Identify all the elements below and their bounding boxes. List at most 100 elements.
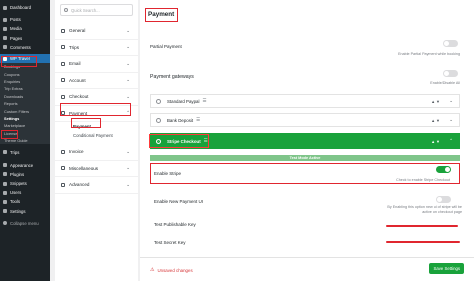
nav-group-advanced[interactable]: Advanced ⌄ <box>55 177 138 194</box>
wp-menu-plugins[interactable]: Plugins <box>0 170 50 179</box>
enable-disable-all-label: Enable/Disable All <box>430 81 460 85</box>
collapse-icon <box>3 221 7 226</box>
document-icon[interactable]: ☰ <box>196 117 200 123</box>
dashboard-icon <box>3 5 7 10</box>
chevron-down-icon[interactable]: ⌄ <box>449 117 453 123</box>
save-settings-button[interactable]: Save Settings <box>429 263 464 274</box>
wp-submenu-coupons[interactable]: Coupons <box>0 71 50 78</box>
wp-menu-snippets[interactable]: Snippets <box>0 179 50 188</box>
chevron-down-icon[interactable]: ⌄ <box>449 98 453 104</box>
gateway-radio[interactable] <box>156 117 161 123</box>
wp-submenu-trip-extras[interactable]: Trip Extras <box>0 85 50 92</box>
enable-stripe-hint: Check to enable Stripe Checkout <box>396 178 450 182</box>
chevron-up-icon[interactable]: ⌃ <box>449 138 453 144</box>
test-mode-banner: Test Mode Active <box>150 155 460 161</box>
gear-icon <box>61 28 65 33</box>
nav-group-trips[interactable]: Trips ⌄ <box>55 40 138 56</box>
chevron-up-icon: ⌃ <box>126 110 130 116</box>
reorder-arrows-icon[interactable]: ▲▼ <box>431 118 441 123</box>
gateway-radio-selected[interactable] <box>156 138 161 144</box>
wp-menu-comments[interactable]: Comments <box>0 43 50 52</box>
wp-submenu-reports[interactable]: Reports <box>0 100 50 107</box>
page-icon <box>3 36 7 41</box>
nav-group-invoice[interactable]: Invoice ⌄ <box>55 144 138 161</box>
unsaved-changes-notice: ⚠ Unsaved changes <box>150 267 193 273</box>
checkout-icon <box>61 94 65 99</box>
document-icon[interactable]: ☰ <box>204 138 208 144</box>
settings-footer: ⚠ Unsaved changes Save Settings <box>140 257 474 281</box>
wp-menu-wp-travel[interactable]: WP Travel <box>0 53 50 64</box>
quick-search-input[interactable]: Quick Search... <box>60 4 133 16</box>
redacted-secret-key[interactable] <box>386 241 460 244</box>
wp-menu-tools[interactable]: Tools <box>0 197 50 206</box>
misc-icon <box>61 166 65 171</box>
chevron-down-icon: ⌄ <box>126 93 130 99</box>
pin-icon <box>3 17 7 22</box>
advanced-icon <box>61 182 65 187</box>
nav-group-general[interactable]: General ⌄ <box>55 23 138 40</box>
trips-icon <box>61 45 65 50</box>
nav-sub-conditional-payment[interactable]: Conditional Payment <box>55 131 138 140</box>
enable-disable-all-toggle[interactable] <box>443 70 458 77</box>
wp-submenu-custom-filters[interactable]: Custom Filters <box>0 107 50 114</box>
plugin-icon <box>3 172 7 177</box>
enable-stripe-toggle[interactable] <box>436 166 451 173</box>
wp-menu-posts[interactable]: Posts <box>0 15 50 24</box>
wp-submenu-settings[interactable]: Settings <box>0 115 50 122</box>
reorder-arrows-icon[interactable]: ▲▼ <box>431 139 441 144</box>
nav-group-checkout[interactable]: Checkout ⌄ <box>55 89 138 106</box>
partial-payment-hint: Enable Partial Payment while booking <box>398 52 460 56</box>
users-icon <box>3 190 7 195</box>
nav-group-payment[interactable]: Payment ⌃ <box>55 106 138 122</box>
enable-stripe-label: Enable Stripe <box>154 171 182 176</box>
chevron-down-icon: ⌄ <box>126 77 130 83</box>
gateway-stripe-checkout[interactable]: Stripe Checkout ☰ ▲▼ ⌃ <box>150 133 460 149</box>
wp-menu-media[interactable]: Media <box>0 24 50 33</box>
chevron-down-icon: ⌄ <box>126 165 130 171</box>
wp-menu-trips[interactable]: Trips <box>0 147 50 156</box>
appearance-icon <box>3 163 7 168</box>
redacted-publishable-key[interactable] <box>386 225 458 228</box>
chevron-down-icon: ⌄ <box>126 181 130 187</box>
email-icon <box>61 61 65 66</box>
nav-group-miscellaneous[interactable]: Miscellaneous ⌄ <box>55 161 138 177</box>
gateway-radio[interactable] <box>156 98 161 104</box>
chevron-down-icon: ⌄ <box>126 60 130 66</box>
trips-icon <box>3 150 7 155</box>
settings-nav-panel: Quick Search... General ⌄ Trips ⌄ Email ⌄ A… <box>55 0 138 281</box>
nav-group-email[interactable]: Email ⌄ <box>55 56 138 73</box>
wp-menu-appearance[interactable]: Appearance <box>0 161 50 170</box>
tools-icon <box>3 199 7 204</box>
main-content: Payment Partial Payment Enable Partial P… <box>140 0 474 281</box>
wp-menu-dashboard[interactable]: Dashboard <box>0 3 50 12</box>
chevron-down-icon: ⌄ <box>126 148 130 154</box>
gateway-bank-deposit[interactable]: Bank Deposit ☰ ▲▼ ⌄ <box>150 113 460 127</box>
wp-submenu-theme-guide[interactable]: Theme Guide <box>0 137 50 144</box>
wp-submenu-marketplace[interactable]: Marketplace <box>0 122 50 129</box>
wp-menu-users[interactable]: Users <box>0 188 50 197</box>
wp-menu-pages[interactable]: Pages <box>0 34 50 43</box>
payment-icon <box>61 111 65 116</box>
document-icon[interactable]: ☰ <box>202 98 206 104</box>
wp-collapse-menu[interactable]: Collapse menu <box>0 219 50 228</box>
wp-submenu-license[interactable]: License <box>0 130 50 137</box>
enable-new-payment-ui-toggle[interactable] <box>436 196 451 203</box>
wp-submenu-bookings[interactable]: Bookings <box>0 63 50 70</box>
wp-travel-submenu: Bookings Coupons Enquiries Trip Extras D… <box>0 63 50 145</box>
media-icon <box>3 26 7 31</box>
wp-menu-settings[interactable]: Settings <box>0 207 50 216</box>
invoice-icon <box>61 149 65 154</box>
nav-sub-payment[interactable]: Payment <box>55 122 138 131</box>
page-title: Payment <box>148 11 175 18</box>
reorder-arrows-icon[interactable]: ▲▼ <box>431 99 441 104</box>
partial-payment-toggle[interactable] <box>443 40 458 47</box>
enable-new-payment-ui-label: Enable New Payment UI <box>154 199 204 204</box>
gateway-standard-paypal[interactable]: Standard Paypal ☰ ▲▼ ⌄ <box>150 94 460 108</box>
snippet-icon <box>3 181 7 186</box>
wp-submenu-enquiries[interactable]: Enquiries <box>0 78 50 85</box>
wp-submenu-downloads[interactable]: Downloads <box>0 93 50 100</box>
search-icon <box>64 8 68 12</box>
test-secret-key-label: Test Secret Key <box>154 240 186 245</box>
nav-group-account[interactable]: Account ⌄ <box>55 73 138 89</box>
account-icon <box>61 78 65 83</box>
